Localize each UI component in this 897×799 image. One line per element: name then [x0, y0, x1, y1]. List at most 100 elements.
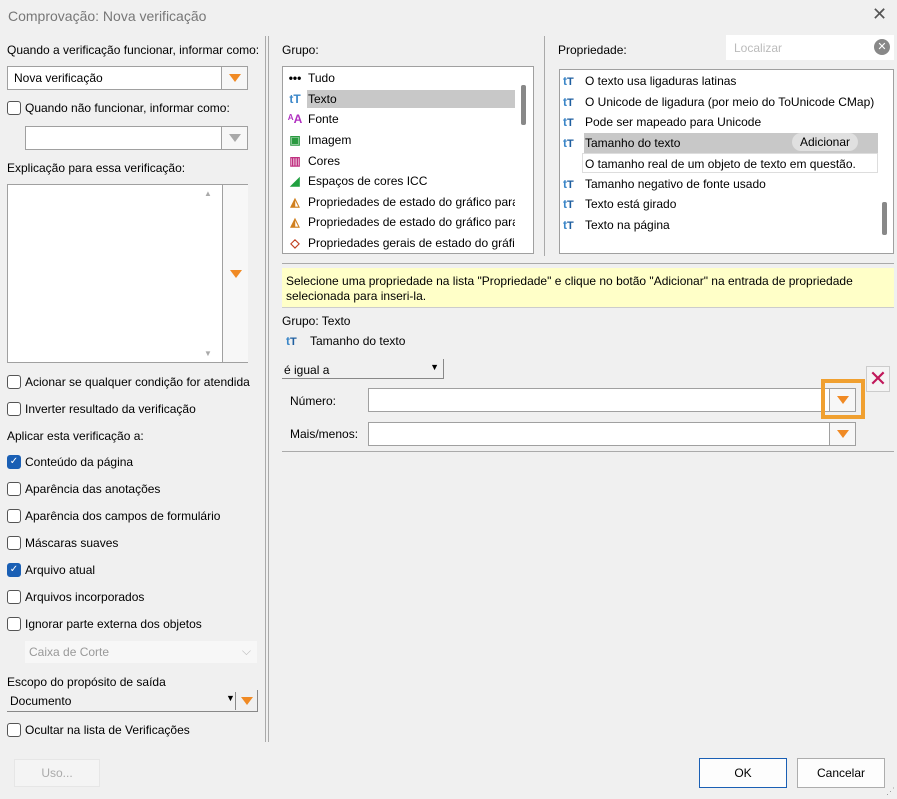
apply-option[interactable]: Aparência dos campos de formulário [7, 509, 220, 523]
success-label: Quando a verificação funcionar, informar… [7, 43, 260, 57]
group-item[interactable]: ◇ Propriedades gerais de estado do gráfi [283, 233, 515, 253]
apply-label: Arquivos incorporados [25, 590, 145, 604]
explanation-textarea[interactable]: ▲ ▼ [7, 184, 248, 363]
property-item-label: Pode ser mapeado para Unicode [585, 115, 762, 130]
checkbox[interactable]: ✓ [7, 455, 21, 469]
property-list[interactable]: tT O texto usa ligaduras latinas tT O Unico… [559, 69, 894, 254]
checkbox[interactable] [7, 375, 21, 389]
remove-condition-icon[interactable]: ✕ [866, 366, 890, 392]
checkbox[interactable] [7, 509, 21, 523]
group-item[interactable]: tT Texto [283, 89, 515, 110]
group-item[interactable]: ▣ Imagem [283, 130, 515, 151]
search-input[interactable]: Localizar ✕ [726, 35, 894, 60]
operator-value: é igual a [284, 363, 330, 377]
property-item[interactable]: tT Tamanho negativo de fonte usado [560, 173, 878, 194]
checkbox[interactable] [7, 590, 21, 604]
group-item[interactable]: ▥ Cores [283, 150, 515, 171]
scroll-up-icon[interactable]: ▲ [204, 189, 212, 198]
property-description: O tamanho real de um objeto de texto em … [582, 153, 878, 174]
apply-option[interactable]: Aparência das anotações [7, 482, 160, 496]
apply-label: Ignorar parte externa dos objetos [25, 617, 202, 631]
group-item[interactable]: ◢ Espaços de cores ICC [283, 171, 515, 192]
dropdown-arrow-icon[interactable] [222, 185, 248, 362]
plusminus-input[interactable] [368, 422, 856, 446]
dropdown-arrow-icon[interactable] [221, 127, 247, 149]
caret-down-icon: ▼ [430, 362, 439, 372]
text-icon: tT [563, 176, 574, 191]
group-item-label: Propriedades de estado do gráfico para [308, 194, 515, 209]
apply-label: Arquivo atual [25, 563, 96, 577]
apply-option[interactable]: Máscaras suaves [7, 536, 118, 550]
scroll-down-icon[interactable]: ▼ [204, 349, 212, 358]
apply-option[interactable]: ✓ Conteúdo da página [7, 455, 133, 469]
group-item-label: Espaços de cores ICC [308, 174, 428, 189]
property-item-label: O Unicode de ligadura (por meio do ToUni… [585, 94, 875, 109]
property-item-label: Texto está girado [585, 197, 677, 212]
plusminus-label: Mais/menos: [290, 427, 359, 441]
text-icon: tT [563, 94, 574, 109]
checkbox[interactable] [7, 536, 21, 550]
property-item[interactable]: tT Pode ser mapeado para Unicode [560, 112, 878, 133]
scrollbar-thumb[interactable] [882, 202, 887, 235]
search-placeholder: Localizar [734, 41, 783, 55]
success-dropdown[interactable]: Nova verificação [7, 66, 248, 90]
operator-dropdown[interactable]: é igual a ▼ [282, 359, 444, 379]
dropdown-arrow-icon[interactable] [829, 423, 855, 445]
apply-option[interactable]: Arquivos incorporados [7, 590, 144, 604]
property-item[interactable]: tT Texto está girado [560, 194, 878, 215]
group-item[interactable]: ◭ Propriedades de estado do gráfico para [283, 212, 515, 233]
fail-checkbox[interactable] [7, 101, 21, 115]
text-icon: tT [563, 217, 574, 232]
group-item-label: Fonte [308, 112, 339, 127]
box-select: Caixa de Corte ⌵ [25, 641, 257, 663]
highlight-box [821, 379, 865, 419]
property-item[interactable]: tT Texto na página [560, 215, 878, 236]
apply-option[interactable]: ✓ Arquivo atual [7, 563, 95, 577]
dropdown-arrow-icon[interactable] [235, 692, 257, 710]
close-icon[interactable]: ✕ [872, 4, 887, 25]
number-input[interactable] [368, 388, 856, 412]
clear-icon[interactable]: ✕ [874, 39, 890, 55]
window-title: Comprovação: Nova verificação [8, 8, 207, 24]
checkbox[interactable] [7, 482, 21, 496]
checkbox[interactable]: ✓ [7, 563, 21, 577]
add-button[interactable]: Adicionar [791, 133, 858, 152]
group-item[interactable]: ••• Tudo [283, 68, 515, 89]
condition-property: Tamanho do texto [310, 334, 406, 348]
group-item[interactable]: ◭ Propriedades de estado do gráfico para [283, 192, 515, 213]
apply-option[interactable]: Ignorar parte externa dos objetos [7, 617, 202, 631]
chevron-down-icon: ⌵ [241, 644, 251, 658]
resize-grip-icon[interactable]: ⋰ [886, 786, 895, 797]
splitter[interactable] [265, 36, 269, 742]
checkbox[interactable] [7, 617, 21, 631]
dropdown-arrow-icon[interactable] [221, 67, 247, 89]
option-label: Inverter resultado da verificação [25, 402, 196, 416]
scope-value: Documento [10, 694, 72, 708]
text-icon: tT [563, 74, 574, 89]
success-value: Nova verificação [14, 71, 103, 85]
scope-dropdown[interactable]: Documento ▼ [7, 690, 258, 712]
hide-checkbox[interactable] [7, 723, 21, 737]
group-item-label: Imagem [308, 133, 352, 148]
caret-down-icon[interactable]: ▼ [226, 693, 235, 703]
text-icon: tT [563, 197, 574, 212]
text-icon: tT [286, 334, 297, 348]
fail-dropdown[interactable] [25, 126, 248, 150]
apply-label: Conteúdo da página [25, 455, 134, 469]
group-item-label: Cores [308, 153, 341, 168]
option-label: Acionar se qualquer condição for atendid… [25, 375, 250, 389]
image-icon: ▣ [289, 133, 301, 148]
ok-button[interactable]: OK [699, 758, 787, 788]
property-item[interactable]: tT O Unicode de ligadura (por meio do ToU… [560, 92, 878, 113]
scrollbar-thumb[interactable] [521, 85, 526, 125]
group-item[interactable]: ᴬA Fonte [283, 109, 515, 130]
group-list[interactable]: ••• Tudo tT Texto ᴬA Fonte ▣ Imagem ▥ Cores ◢ Espaç… [282, 66, 534, 254]
divider [544, 36, 545, 256]
cancel-button[interactable]: Cancelar [797, 758, 885, 788]
explanation-label: Explicação para essa verificação: [7, 161, 186, 175]
text-icon: tT [563, 115, 574, 130]
usage-button[interactable]: Uso... [14, 759, 100, 787]
checkbox[interactable] [7, 402, 21, 416]
property-item[interactable]: tT O texto usa ligaduras latinas [560, 71, 878, 92]
font-icon: ᴬA [287, 112, 303, 127]
